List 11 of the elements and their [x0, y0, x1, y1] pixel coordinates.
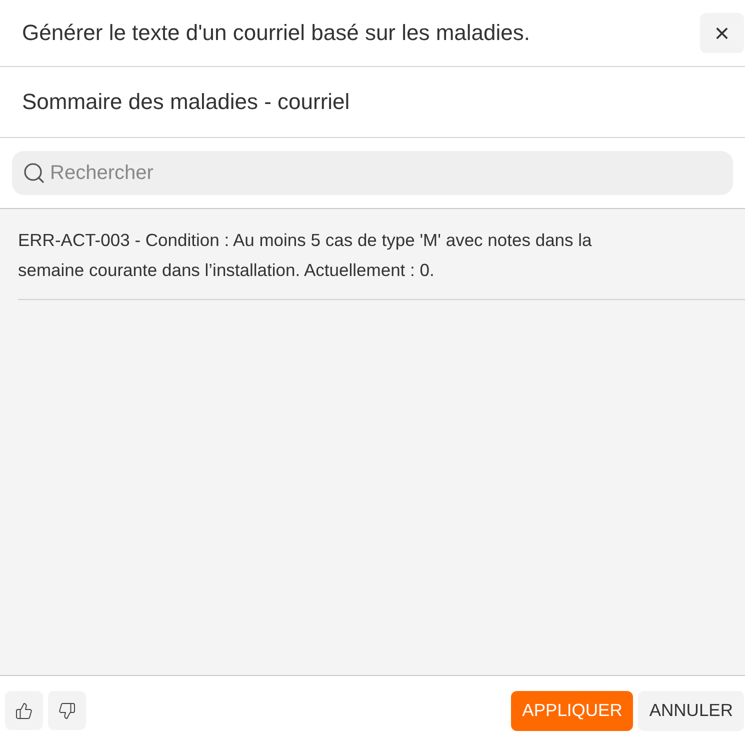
close-button[interactable]: ×	[700, 13, 744, 53]
cancel-button[interactable]: ANNULER	[638, 690, 744, 730]
search-icon	[22, 161, 46, 185]
search-field[interactable]: Rechercher	[12, 151, 733, 195]
thumbs-up-button[interactable]	[5, 691, 43, 730]
thumbs-up-icon	[15, 702, 33, 720]
section-title: Sommaire des maladies - courriel	[22, 89, 350, 115]
list-item[interactable]: ERR-ACT-003 - Condition : Au moins 5 cas de type 'M' avec notes dans la semaine courante dans l’installation. Actuellement : 0.	[18, 209, 745, 300]
thumbs-down-button[interactable]	[48, 691, 86, 730]
thumbs-down-icon	[58, 702, 76, 720]
dialog-title: Générer le texte d'un courriel basé sur les maladies.	[22, 20, 530, 46]
